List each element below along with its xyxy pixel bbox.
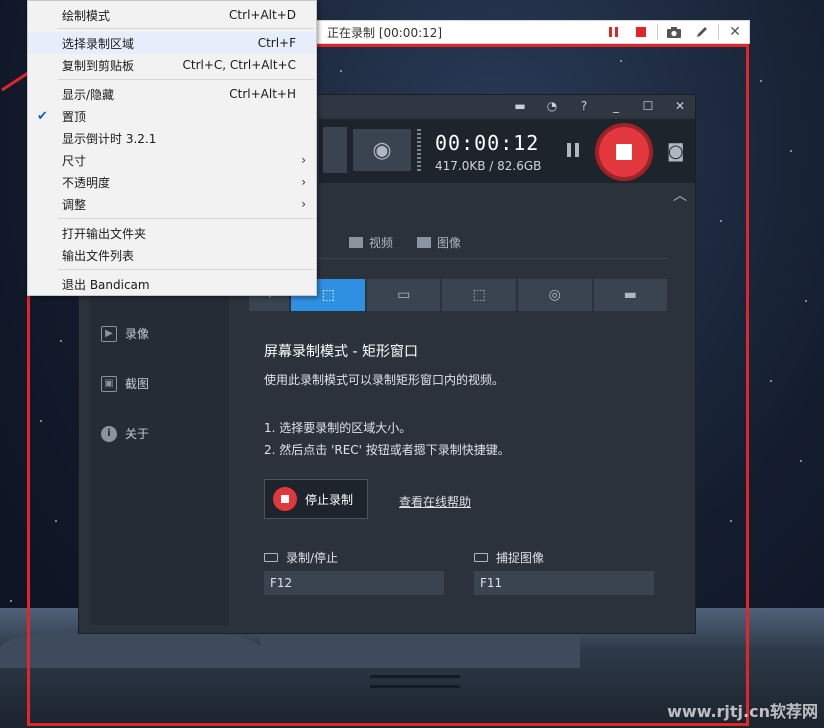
recording-status: 正在录制 [00:00:12] <box>327 25 443 40</box>
sidebar-item-video[interactable]: ▶ 录像 <box>101 325 149 342</box>
online-help-link[interactable]: 查看在线帮助 <box>399 493 471 510</box>
sidebar-item-about[interactable]: i 关于 <box>101 425 149 442</box>
close-icon[interactable]: ✕ <box>721 21 749 43</box>
record-hotkey-label: 录制/停止 <box>264 549 338 566</box>
keyboard-icon <box>474 553 488 562</box>
capture-hotkey-field[interactable]: F11 <box>474 571 654 595</box>
watermark: www.rjtj.cn软荐网 <box>667 702 818 721</box>
pencil-icon[interactable] <box>688 21 716 43</box>
recording-control-bar: ◉ 00:00:12 417.0KB / 82.6GB ◙ <box>319 119 695 183</box>
chevron-up-icon[interactable]: ︿ <box>673 185 687 205</box>
instruction-step-1: 1. 选择要录制的区域大小。 <box>264 421 412 435</box>
menu-item-exit[interactable]: 退出 Bandicam <box>28 273 316 295</box>
stop-icon[interactable] <box>627 21 655 43</box>
file-size-info: 417.0KB / 82.6GB <box>435 159 542 173</box>
menu-item-size[interactable]: 尺寸 › <box>28 149 316 171</box>
menu-item-countdown[interactable]: 显示倒计时 3.2.1 <box>28 127 316 149</box>
close-icon[interactable]: ✕ <box>673 99 687 113</box>
audio-level-meter <box>417 129 421 171</box>
tab-video[interactable]: 视频 <box>349 234 393 251</box>
mode-title: 屏幕录制模式 - 矩形窗口 <box>264 344 418 360</box>
record-hotkey-field[interactable]: F12 <box>264 571 444 595</box>
menu-item-open-output-folder[interactable]: 打开输出文件夹 <box>28 222 316 244</box>
menu-item-output-file-list[interactable]: 输出文件列表 <box>28 244 316 266</box>
video-gear-icon: ▶ <box>101 325 117 342</box>
capture-toolbar: 正在录制 [00:00:12] ✕ <box>316 20 750 44</box>
menu-item-draw-mode[interactable]: 绘制模式 Ctrl+Alt+D <box>28 4 316 26</box>
stop-record-button[interactable] <box>595 123 653 181</box>
menu-item-copy-clipboard[interactable]: 复制到剪贴板 Ctrl+C, Ctrl+Alt+C <box>28 54 316 76</box>
keyboard-icon <box>264 553 278 562</box>
camera-icon[interactable] <box>660 21 688 43</box>
fullscreen-mode-button[interactable]: ▭ <box>366 279 441 311</box>
hdmi-mode-button[interactable]: ▬ <box>593 279 668 311</box>
menu-item-adjust[interactable]: 调整 › <box>28 193 316 215</box>
tab-image[interactable]: 图像 <box>417 234 461 251</box>
pause-icon[interactable] <box>599 21 627 43</box>
checkmark-icon: ✔ <box>37 108 48 124</box>
context-menu: 绘制模式 Ctrl+Alt+D 选择录制区域 Ctrl+F 复制到剪贴板 Ctr… <box>27 0 317 296</box>
chevron-right-icon: › <box>301 175 306 189</box>
game-mode-button[interactable]: ◎ <box>517 279 592 311</box>
stop-icon <box>616 144 632 160</box>
menu-item-opacity[interactable]: 不透明度 › <box>28 171 316 193</box>
capture-hotkey-label: 捕捉图像 <box>474 549 544 566</box>
clock-icon[interactable]: ◔ <box>545 99 559 113</box>
menu-item-select-region[interactable]: 选择录制区域 Ctrl+F <box>28 32 316 54</box>
recording-timer: 00:00:12 <box>435 131 540 155</box>
screenshot-camera-icon[interactable]: ◙ <box>667 141 684 162</box>
record-icon <box>273 487 297 511</box>
video-icon <box>349 237 363 248</box>
chevron-right-icon: › <box>301 153 306 167</box>
image-icon <box>417 237 432 248</box>
sidebar-item-screenshot[interactable]: ▣ 截图 <box>101 375 149 392</box>
image-gear-icon: ▣ <box>101 375 117 392</box>
maximize-icon[interactable]: ☐ <box>641 99 655 113</box>
mode-description: 使用此录制模式可以录制矩形窗口内的视频。 <box>264 373 505 387</box>
instruction-step-2: 2. 然后点击 'REC' 按钮或者摁下录制快捷键。 <box>264 443 510 457</box>
menu-item-always-on-top[interactable]: ✔ 置顶 <box>28 105 316 127</box>
menu-item-show-hide[interactable]: 显示/隐藏 Ctrl+Alt+H <box>28 83 316 105</box>
chevron-right-icon: › <box>301 197 306 211</box>
info-icon: i <box>101 425 117 442</box>
area-mode-button[interactable]: ⬚ <box>442 279 516 311</box>
mic-icon[interactable] <box>323 127 347 173</box>
pause-button[interactable] <box>567 143 579 157</box>
stop-recording-button[interactable]: 停止录制 <box>264 479 368 519</box>
minimize-icon[interactable]: _ <box>609 99 623 113</box>
help-icon[interactable]: ? <box>577 99 591 113</box>
folder-icon[interactable]: ▬ <box>513 99 527 113</box>
webcam-icon[interactable]: ◉ <box>353 129 411 171</box>
